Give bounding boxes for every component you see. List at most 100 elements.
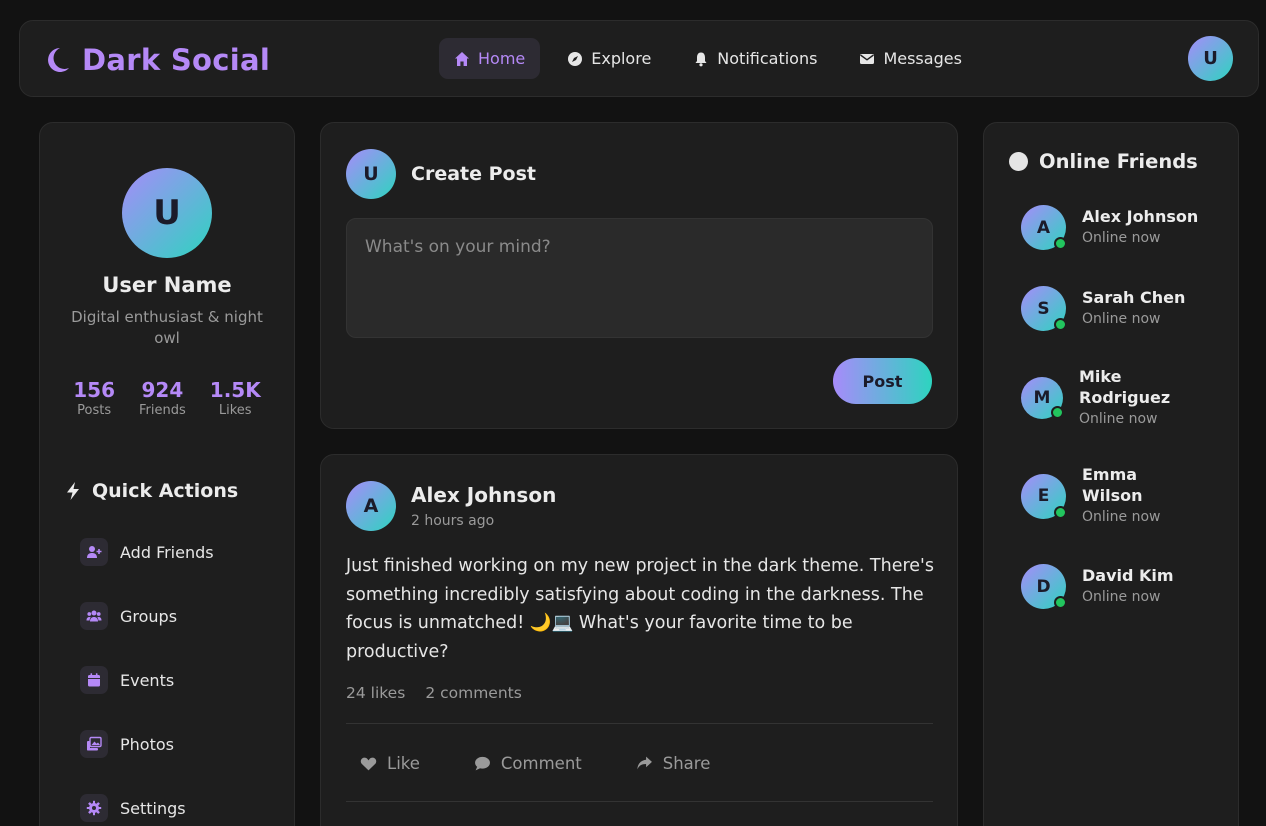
post-likes-count[interactable]: 24 likes	[346, 684, 405, 702]
nav-home-label: Home	[478, 49, 526, 68]
online-status-dot	[1054, 505, 1067, 519]
post-body: Just finished working on my new project …	[346, 556, 934, 662]
quick-action-photos[interactable]: Photos	[80, 726, 214, 762]
main-nav: Home Explore Notifications Messages	[439, 38, 989, 79]
like-button[interactable]: Like	[346, 745, 434, 781]
friend-name: Emma Wilson	[1082, 465, 1143, 505]
friend-item[interactable]: M Mike Rodriguez Online now	[1021, 366, 1189, 430]
share-label: Share	[662, 753, 711, 773]
user-plus-icon-box	[80, 538, 108, 566]
like-label: Like	[387, 753, 420, 773]
share-button[interactable]: Share	[622, 745, 725, 781]
calendar-icon-box	[80, 666, 108, 694]
nav-explore-label: Explore	[591, 49, 652, 68]
quick-actions-heading: Quick Actions	[64, 480, 238, 502]
quick-action-label: Photos	[120, 734, 174, 754]
comment-icon	[474, 756, 490, 770]
home-icon	[455, 51, 469, 66]
post-input[interactable]	[346, 218, 933, 338]
online-status-dot	[1054, 596, 1067, 609]
friend-item[interactable]: S Sarah Chen Online now	[1021, 286, 1212, 331]
nav-home[interactable]: Home	[439, 38, 541, 79]
friend-name: Sarah Chen	[1082, 288, 1186, 307]
friend-initial: S	[1037, 298, 1050, 319]
quick-action-add-friends[interactable]: Add Friends	[80, 534, 214, 570]
friend-initial: D	[1036, 576, 1051, 597]
quick-action-label: Groups	[120, 606, 178, 626]
friend-info: Emma Wilson Online now	[1082, 464, 1182, 528]
quick-action-label: Events	[120, 670, 175, 690]
stat-friends[interactable]: 924 Friends	[139, 378, 186, 420]
friend-name: Mike Rodriguez	[1079, 367, 1171, 407]
friend-info: Sarah Chen Online now	[1082, 287, 1212, 330]
friend-initial: E	[1037, 486, 1050, 506]
create-post-title: Create Post	[411, 163, 536, 185]
quick-action-settings[interactable]: Settings	[80, 790, 214, 826]
friend-info: Alex Johnson Online now	[1082, 206, 1212, 249]
images-icon-box	[80, 730, 108, 758]
stat-likes[interactable]: 1.5K Likes	[210, 378, 261, 420]
post-actions: Like Comment Share	[346, 745, 750, 781]
friend-initial: M	[1033, 388, 1051, 408]
nav-explore[interactable]: Explore	[552, 38, 666, 79]
comment-label: Comment	[500, 753, 582, 773]
friend-status: Online now	[1079, 411, 1158, 427]
quick-action-label: Add Friends	[120, 542, 214, 562]
nav-messages[interactable]: Messages	[844, 38, 976, 79]
profile-bio: Digital enthusiast & night owl	[71, 308, 263, 347]
post-author-name[interactable]: Alex Johnson	[411, 483, 556, 507]
stat-posts[interactable]: 156 Posts	[73, 378, 115, 420]
comment-button[interactable]: Comment	[460, 745, 596, 781]
friend-avatar: A	[1021, 205, 1067, 250]
friend-status: Online now	[1082, 311, 1161, 327]
online-status-dot	[1054, 318, 1067, 331]
nav-notifications[interactable]: Notifications	[678, 38, 832, 79]
users-icon-box	[80, 602, 108, 630]
quick-action-groups[interactable]: Groups	[80, 598, 214, 634]
nav-notifications-label: Notifications	[717, 49, 818, 68]
post-author-avatar[interactable]: A	[346, 481, 396, 531]
user-avatar[interactable]: U	[1188, 36, 1233, 81]
stat-likes-label: Likes	[218, 403, 252, 418]
moon-icon	[48, 48, 69, 72]
share-icon	[637, 756, 652, 769]
friend-initial: A	[1036, 217, 1051, 238]
online-status-dot	[1054, 237, 1067, 250]
top-nav-bar: Dark Social Home Explore Notifications M…	[19, 20, 1259, 97]
friend-item[interactable]: D David Kim Online now	[1021, 564, 1212, 609]
stat-likes-value: 1.5K	[209, 378, 261, 402]
profile-avatar[interactable]: U	[122, 168, 212, 258]
post-comments-count[interactable]: 2 comments	[425, 684, 522, 702]
post-stats: 24 likes 2 comments	[346, 684, 542, 702]
online-friends-title: Online Friends	[1039, 150, 1198, 173]
online-status-dot	[1051, 406, 1064, 419]
post-divider	[346, 801, 933, 802]
heart-icon	[360, 757, 377, 770]
post-divider	[346, 723, 933, 724]
friend-item[interactable]: A Alex Johnson Online now	[1021, 205, 1212, 250]
stat-posts-label: Posts	[77, 403, 112, 418]
post-button[interactable]: Post	[833, 358, 932, 404]
online-friends-heading: Online Friends	[1009, 150, 1198, 173]
create-post-card: U Create Post Post	[320, 122, 958, 429]
brand[interactable]: Dark Social	[44, 43, 270, 77]
friend-avatar: S	[1021, 286, 1067, 331]
friend-avatar: D	[1021, 564, 1067, 609]
quick-action-events[interactable]: Events	[80, 662, 214, 698]
friend-info: Mike Rodriguez Online now	[1079, 366, 1189, 430]
quick-actions-list: Add Friends Groups Events Photos Setting…	[80, 534, 214, 826]
profile-name: User Name	[102, 273, 232, 297]
user-plus-icon	[87, 546, 102, 558]
gear-icon-box	[80, 794, 108, 822]
profile-stats: 156 Posts 924 Friends 1.5K Likes	[40, 378, 294, 420]
create-post-avatar: U	[346, 149, 396, 199]
friend-item[interactable]: E Emma Wilson Online now	[1021, 464, 1182, 528]
friend-name: Alex Johnson	[1082, 207, 1199, 226]
stat-friends-label: Friends	[139, 403, 186, 418]
post-timestamp: 2 hours ago	[411, 513, 495, 529]
profile-sidebar: U User Name Digital enthusiast & night o…	[39, 122, 295, 826]
quick-action-label: Settings	[120, 798, 186, 818]
online-friends-sidebar: Online Friends A Alex Johnson Online now…	[983, 122, 1239, 826]
bolt-icon	[67, 482, 79, 500]
gear-icon	[86, 800, 102, 816]
